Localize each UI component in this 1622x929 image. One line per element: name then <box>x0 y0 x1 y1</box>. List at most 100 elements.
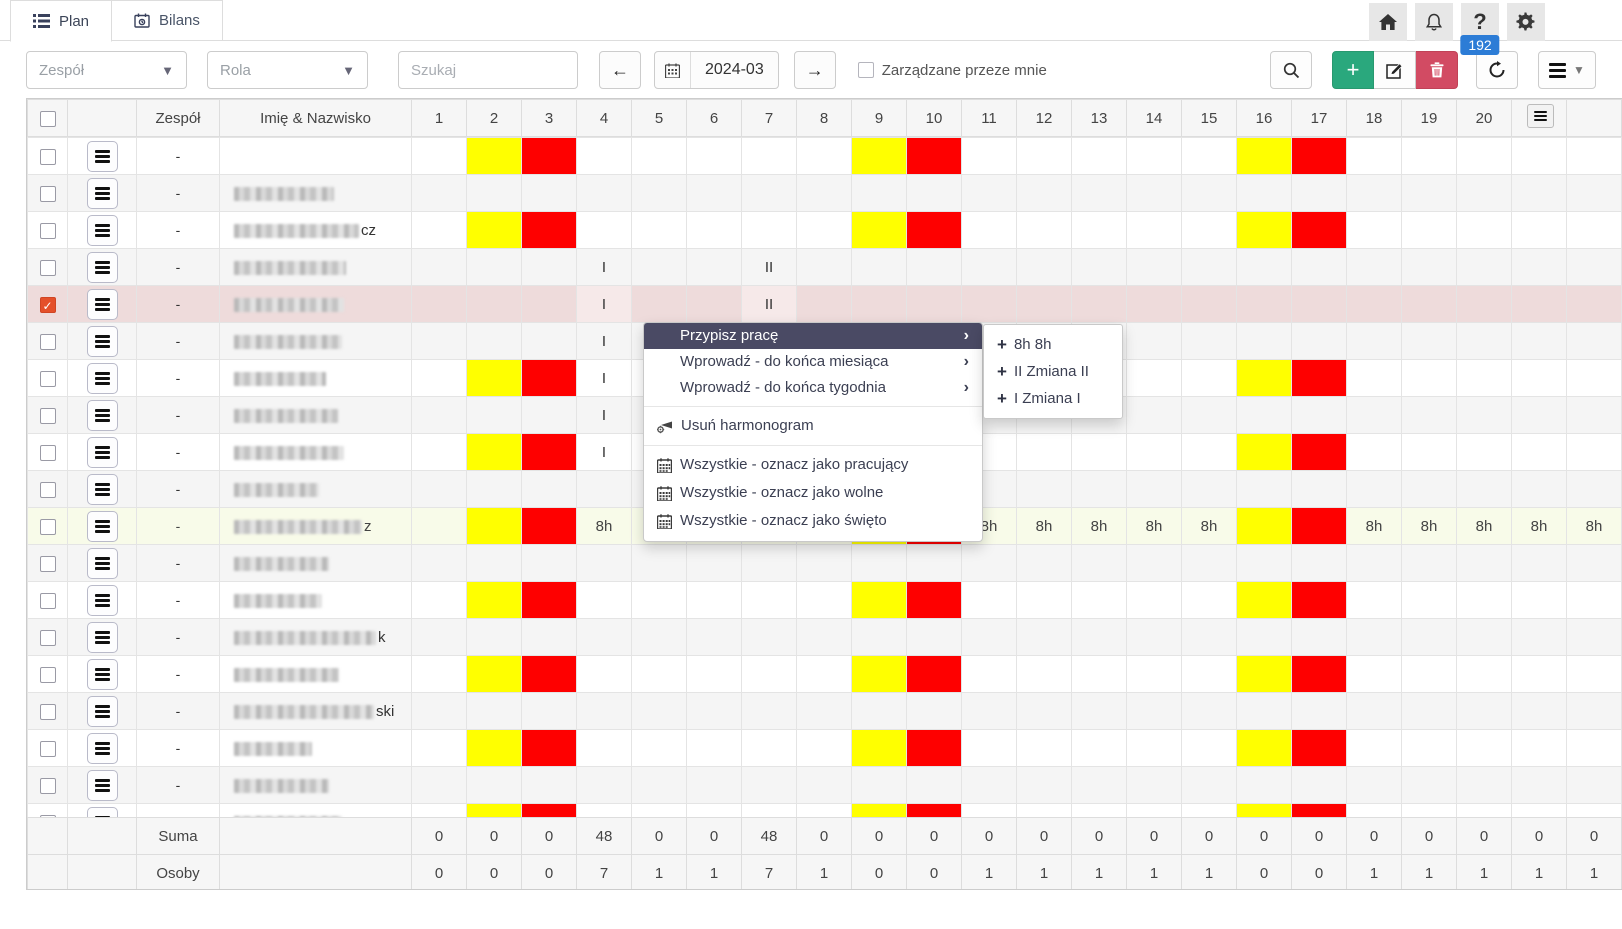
schedule-cell[interactable] <box>632 286 687 323</box>
schedule-cell[interactable] <box>467 471 522 508</box>
schedule-cell[interactable] <box>962 212 1017 249</box>
schedule-cell[interactable] <box>1237 656 1292 693</box>
schedule-cell[interactable] <box>632 138 687 175</box>
schedule-cell[interactable] <box>1182 582 1237 619</box>
schedule-cell[interactable] <box>467 323 522 360</box>
schedule-cell[interactable] <box>1237 360 1292 397</box>
schedule-cell[interactable] <box>1402 471 1457 508</box>
schedule-cell[interactable] <box>1017 138 1072 175</box>
schedule-cell[interactable] <box>962 286 1017 323</box>
context-menu-item[interactable]: Wprowadź - do końca miesiąca› <box>644 349 982 375</box>
schedule-cell[interactable] <box>1182 212 1237 249</box>
schedule-cell[interactable] <box>1347 545 1402 582</box>
schedule-cell[interactable] <box>1072 175 1127 212</box>
help-button[interactable]: ? 192 <box>1461 3 1499 41</box>
schedule-cell[interactable] <box>467 656 522 693</box>
schedule-cell[interactable] <box>687 545 742 582</box>
schedule-cell[interactable] <box>1017 582 1072 619</box>
row-menu-button[interactable] <box>87 141 118 172</box>
schedule-cell[interactable] <box>522 175 577 212</box>
schedule-cell[interactable] <box>1182 434 1237 471</box>
schedule-cell[interactable] <box>742 212 797 249</box>
schedule-cell[interactable] <box>962 619 1017 656</box>
schedule-cell[interactable] <box>797 730 852 767</box>
schedule-cell[interactable] <box>522 323 577 360</box>
schedule-cell[interactable] <box>1457 804 1512 818</box>
schedule-cell[interactable] <box>1347 360 1402 397</box>
schedule-cell[interactable] <box>1347 804 1402 818</box>
schedule-cell[interactable] <box>1017 656 1072 693</box>
schedule-cell[interactable] <box>1182 138 1237 175</box>
schedule-cell[interactable] <box>632 249 687 286</box>
schedule-cell[interactable] <box>577 730 632 767</box>
schedule-cell[interactable] <box>412 730 467 767</box>
schedule-cell[interactable] <box>1292 471 1347 508</box>
schedule-cell[interactable] <box>797 656 852 693</box>
schedule-cell[interactable] <box>1402 804 1457 818</box>
schedule-cell[interactable] <box>1512 286 1567 323</box>
schedule-cell[interactable] <box>1402 212 1457 249</box>
schedule-cell[interactable] <box>1237 619 1292 656</box>
more-actions-button[interactable]: ▼ <box>1538 51 1596 89</box>
schedule-cell[interactable] <box>1402 249 1457 286</box>
row-checkbox[interactable] <box>40 593 56 609</box>
schedule-cell[interactable] <box>412 434 467 471</box>
schedule-cell[interactable] <box>1292 212 1347 249</box>
schedule-cell[interactable] <box>1402 582 1457 619</box>
schedule-cell[interactable] <box>907 212 962 249</box>
submenu-item[interactable]: +I Zmiana I <box>984 385 1122 412</box>
row-checkbox[interactable] <box>40 371 56 387</box>
schedule-cell[interactable] <box>1127 767 1182 804</box>
schedule-cell[interactable] <box>797 286 852 323</box>
schedule-cell[interactable] <box>852 804 907 818</box>
schedule-cell[interactable] <box>1402 323 1457 360</box>
schedule-cell[interactable] <box>687 730 742 767</box>
schedule-cell[interactable] <box>907 138 962 175</box>
row-menu-button[interactable] <box>87 622 118 653</box>
schedule-cell[interactable] <box>797 804 852 818</box>
schedule-cell[interactable] <box>577 656 632 693</box>
schedule-cell[interactable] <box>467 582 522 619</box>
schedule-cell[interactable] <box>632 619 687 656</box>
schedule-cell[interactable] <box>1457 471 1512 508</box>
schedule-cell[interactable] <box>522 471 577 508</box>
schedule-cell[interactable] <box>1182 323 1237 360</box>
home-button[interactable] <box>1369 3 1407 41</box>
schedule-cell[interactable] <box>1127 212 1182 249</box>
schedule-cell[interactable] <box>962 693 1017 730</box>
schedule-cell[interactable] <box>1292 286 1347 323</box>
schedule-cell[interactable] <box>852 730 907 767</box>
schedule-cell[interactable] <box>577 471 632 508</box>
schedule-cell[interactable] <box>852 545 907 582</box>
schedule-cell[interactable] <box>1237 471 1292 508</box>
schedule-cell[interactable] <box>522 286 577 323</box>
schedule-cell[interactable] <box>962 767 1017 804</box>
schedule-cell[interactable] <box>962 656 1017 693</box>
schedule-cell[interactable] <box>1457 767 1512 804</box>
schedule-cell[interactable]: 8h <box>1567 508 1622 545</box>
schedule-cell[interactable] <box>852 693 907 730</box>
schedule-cell[interactable] <box>1292 434 1347 471</box>
schedule-cell[interactable] <box>1457 360 1512 397</box>
schedule-cell[interactable] <box>687 286 742 323</box>
schedule-cell[interactable] <box>1127 471 1182 508</box>
schedule-cell[interactable] <box>907 175 962 212</box>
schedule-cell[interactable] <box>1567 619 1622 656</box>
schedule-cell[interactable] <box>1402 693 1457 730</box>
prev-month-button[interactable]: ← <box>599 51 641 89</box>
schedule-cell[interactable] <box>687 175 742 212</box>
schedule-cell[interactable] <box>1347 619 1402 656</box>
schedule-cell[interactable] <box>1237 138 1292 175</box>
schedule-cell[interactable] <box>632 545 687 582</box>
row-menu-button[interactable] <box>87 585 118 616</box>
schedule-cell[interactable] <box>1127 138 1182 175</box>
schedule-cell[interactable] <box>1292 138 1347 175</box>
schedule-cell[interactable] <box>907 804 962 818</box>
schedule-cell[interactable] <box>852 767 907 804</box>
month-picker-button[interactable]: 2024-03 <box>654 51 779 89</box>
schedule-cell[interactable] <box>522 767 577 804</box>
schedule-cell[interactable] <box>1457 693 1512 730</box>
schedule-cell[interactable] <box>1457 545 1512 582</box>
schedule-cell[interactable] <box>852 138 907 175</box>
schedule-cell[interactable] <box>412 360 467 397</box>
